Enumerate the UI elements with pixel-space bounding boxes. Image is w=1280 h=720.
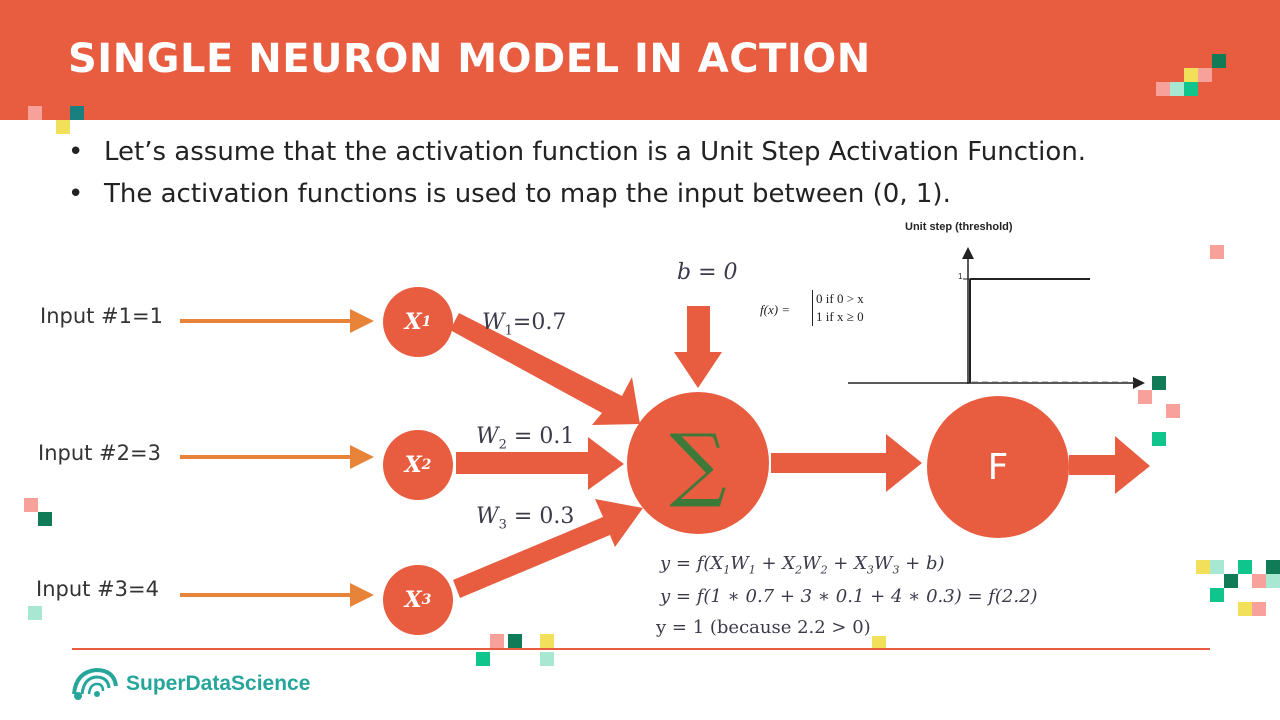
weight-label-2: W2 = 0.1	[476, 424, 574, 452]
input-label-2: Input #2=3	[38, 441, 161, 465]
step-chart-title: Unit step (threshold)	[905, 221, 1013, 233]
eq-part: + b)	[899, 553, 945, 574]
weight-symbol: W	[482, 310, 505, 335]
weight-subscript: 3	[498, 517, 507, 533]
step-case-1: 0 if 0 > x	[816, 291, 864, 306]
input-node-x2: X2	[383, 430, 453, 500]
diagram-arrows	[180, 247, 1150, 607]
input-label-1: Input #1=1	[40, 304, 163, 328]
output-arrow	[1069, 436, 1150, 494]
step-cases: 0 if 0 > x 1 if x ≥ 0	[812, 290, 864, 326]
input-node-x1: X1	[383, 287, 453, 357]
eq-part: W	[873, 553, 893, 574]
eq-sub: 2	[795, 563, 803, 577]
eq-sub: 3	[866, 563, 874, 577]
step-y-tick-label: 1	[958, 272, 963, 281]
eq-part: W	[802, 553, 821, 574]
step-fx-label: f(x) =	[760, 302, 791, 317]
eq-part: W	[730, 553, 749, 574]
equation-line-2: y = f(1 ∗ 0.7 + 3 ∗ 0.1 + 4 ∗ 0.3) = f(2…	[660, 586, 1038, 607]
eq-sub: 1	[748, 563, 756, 577]
weight-subscript: 1	[504, 323, 513, 339]
bias-arrow	[674, 306, 722, 388]
eq-part: + X	[827, 553, 867, 574]
sum-to-f-arrow	[771, 434, 922, 492]
node-subscript: 2	[421, 457, 432, 473]
equation-line-1: y = f(X1W1 + X2W2 + X3W3 + b)	[660, 553, 945, 577]
weight-value: = 0.1	[506, 424, 575, 449]
activation-node: F	[927, 396, 1069, 538]
weight-label-3: W3 = 0.3	[476, 504, 574, 532]
bias-label: b = 0	[677, 260, 738, 285]
superdatascience-logo-icon	[72, 667, 118, 700]
weight-symbol: W	[476, 424, 499, 449]
weight-subscript: 2	[498, 437, 507, 453]
activation-label: F	[987, 446, 1009, 488]
brand-name: SuperDataScience	[126, 672, 311, 695]
summation-node: ∑	[627, 392, 769, 534]
eq-part: + X	[755, 553, 796, 574]
weight-label-1: W1=0.7	[482, 310, 566, 338]
node-subscript: 1	[421, 314, 432, 330]
node-subscript: 3	[421, 592, 432, 608]
equation-line-3: y = 1 (because 2.2 > 0)	[656, 617, 871, 638]
node-symbol: X	[404, 309, 422, 335]
weight-value: = 0.3	[506, 504, 575, 529]
eq-part: y = f(X	[660, 553, 724, 574]
node-symbol: X	[404, 452, 422, 478]
eq-sub: 2	[820, 563, 828, 577]
weight-value: =0.7	[512, 310, 567, 335]
sigma-symbol: ∑	[669, 416, 727, 510]
footer-divider	[72, 648, 1210, 650]
step-case-2: 1 if x ≥ 0	[816, 309, 864, 324]
input-node-x3: X3	[383, 565, 453, 635]
input-label-3: Input #3=4	[36, 577, 159, 601]
node-symbol: X	[404, 587, 422, 613]
weight-symbol: W	[476, 504, 499, 529]
